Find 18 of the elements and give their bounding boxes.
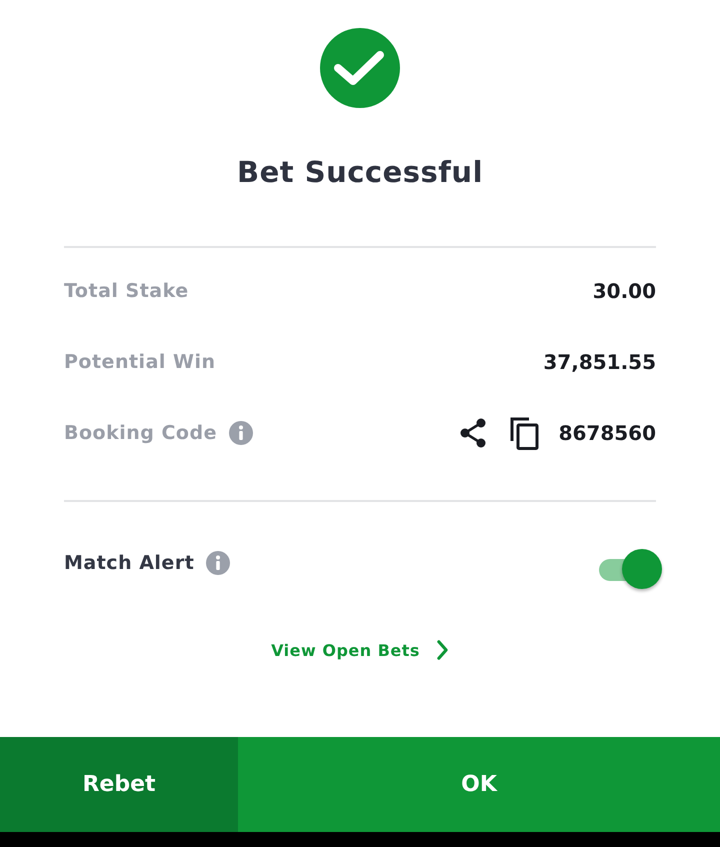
ok-button[interactable]: OK: [238, 737, 720, 832]
detail-label: Potential Win: [64, 350, 216, 372]
match-alert-label: Match Alert: [64, 552, 194, 574]
view-open-bets-link[interactable]: View Open Bets: [271, 639, 449, 661]
rebet-button[interactable]: Rebet: [0, 737, 238, 832]
detail-label: Total Stake: [64, 280, 189, 302]
toggle-switch[interactable]: [598, 548, 664, 590]
share-icon[interactable]: [458, 418, 487, 448]
success-check-icon: [320, 28, 400, 108]
chevron-right-icon: [436, 639, 449, 661]
detail-label: Booking Code: [64, 422, 217, 444]
detail-value: 30.00: [592, 278, 656, 302]
info-icon[interactable]: [206, 551, 230, 575]
detail-value: 8678560: [558, 420, 656, 444]
detail-value: 37,851.55: [543, 350, 656, 374]
copy-icon[interactable]: [508, 416, 539, 450]
dialog-title: Bet Successful: [236, 154, 484, 191]
info-icon[interactable]: [228, 420, 253, 444]
